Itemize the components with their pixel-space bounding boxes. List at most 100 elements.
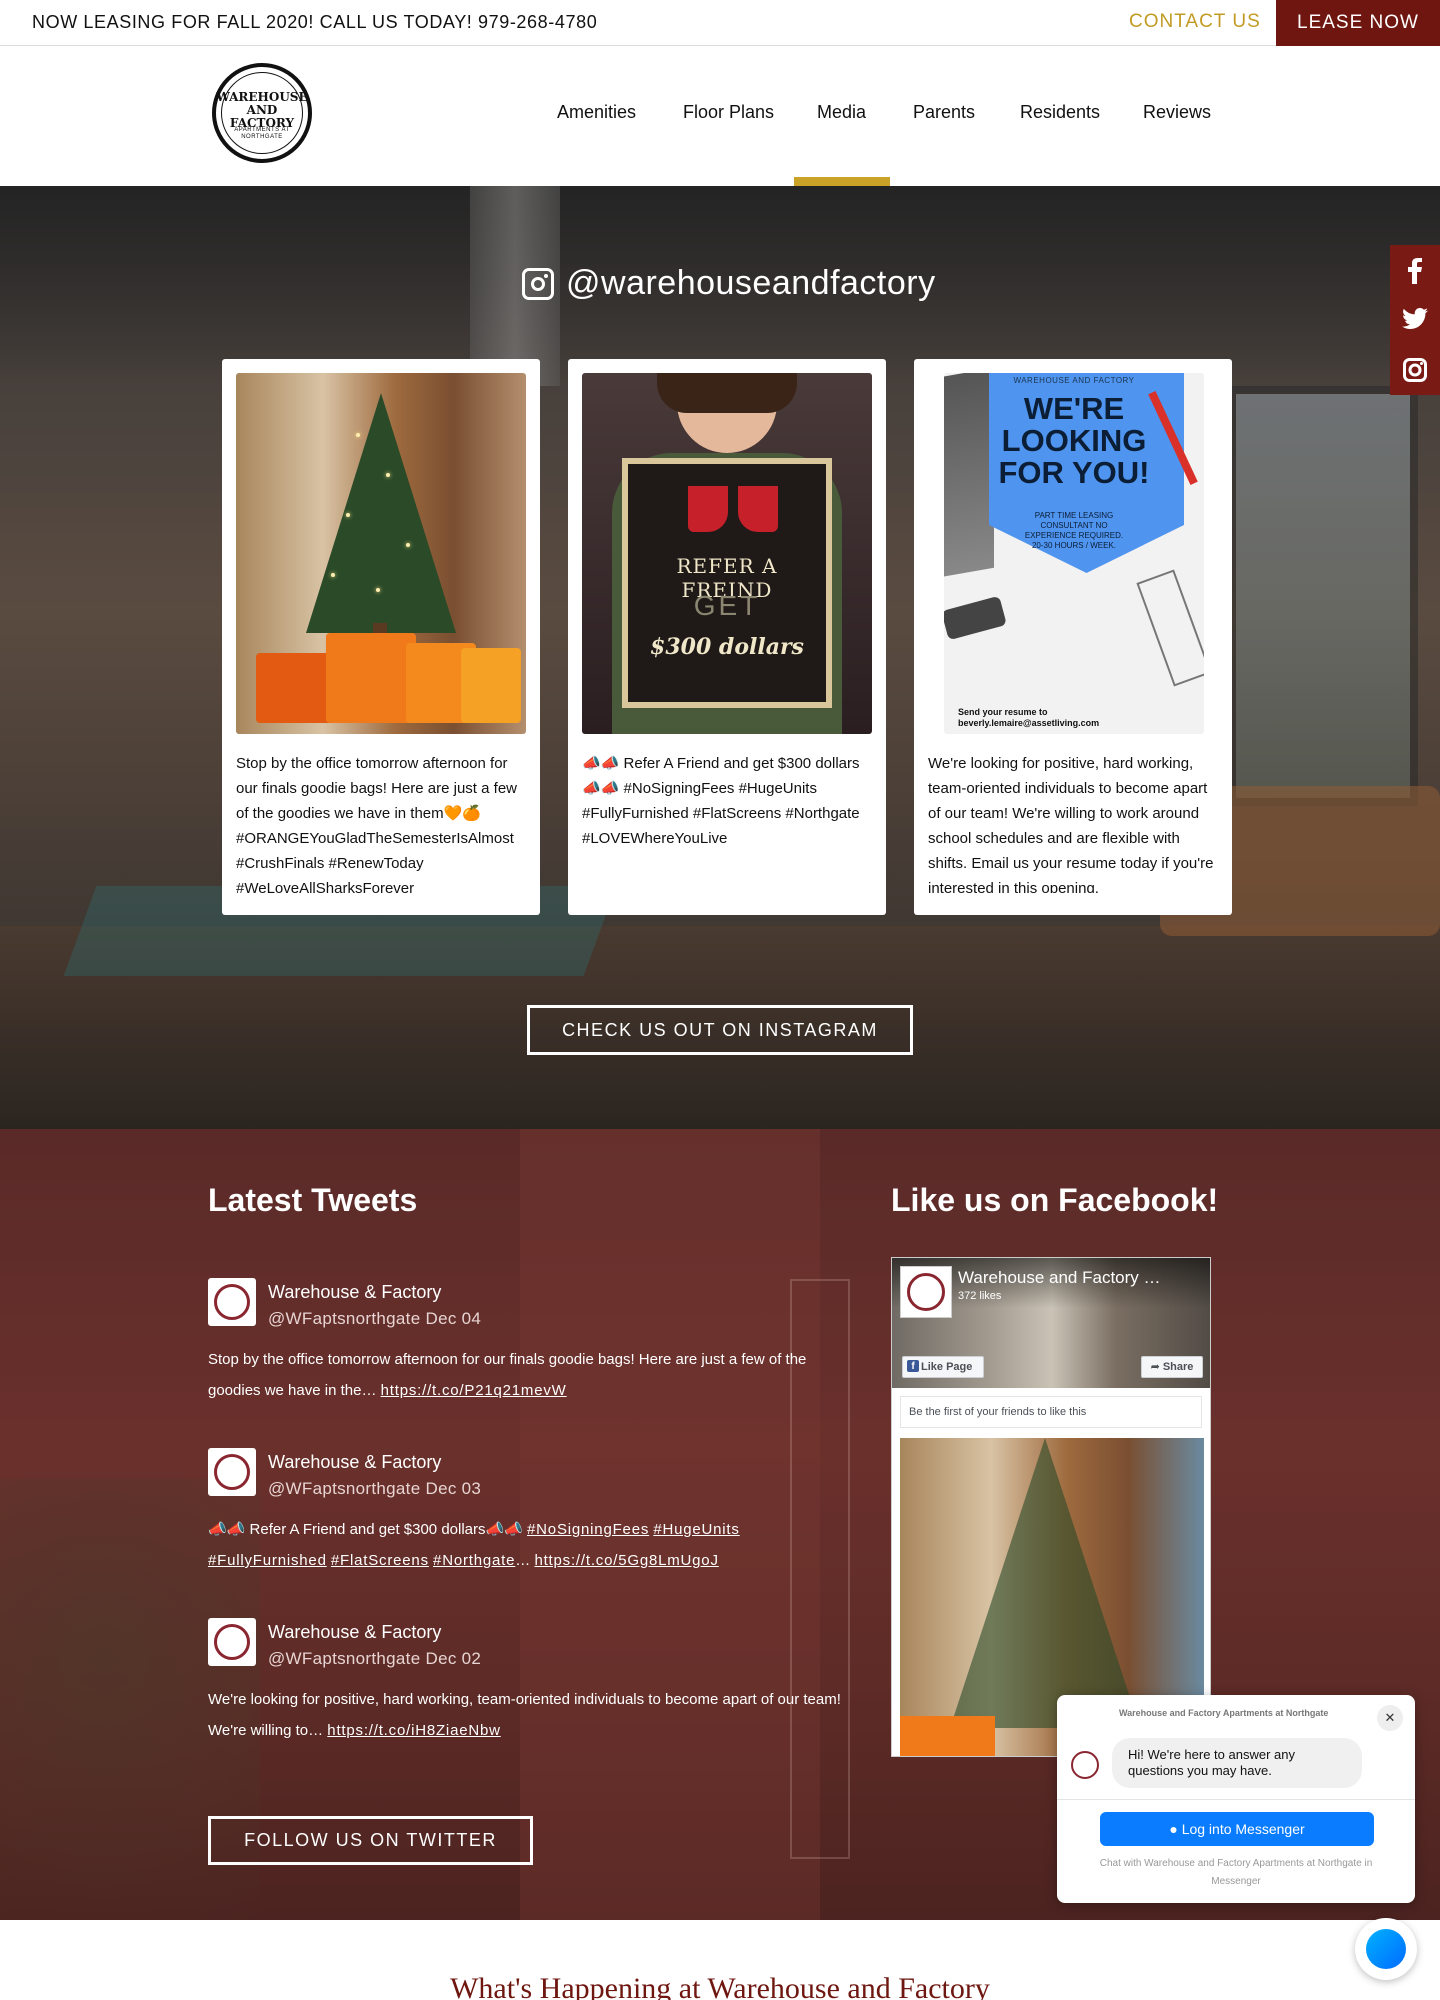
- tree-light: [406, 543, 410, 547]
- nav-item-residents[interactable]: Residents: [1020, 102, 1100, 123]
- tweet-link[interactable]: https://t.co/iH8ZiaeNbw: [327, 1722, 500, 1739]
- sign-line-3: $300 dollars: [650, 634, 804, 660]
- share-label: Share: [1162, 1361, 1194, 1373]
- twitter-avatar[interactable]: [208, 1448, 256, 1496]
- tweet-item: Warehouse & Factory @WFaptsnorthgate Dec…: [208, 1278, 848, 1428]
- twitter-avatar[interactable]: [208, 1618, 256, 1666]
- instagram-cta-button[interactable]: CHECK US OUT ON INSTAGRAM: [527, 1005, 913, 1055]
- hashtag-link[interactable]: #HugeUnits: [653, 1521, 739, 1538]
- active-nav-indicator: [794, 177, 890, 186]
- tree-light: [356, 433, 360, 437]
- instagram-post-image[interactable]: [236, 373, 526, 734]
- instagram-post-image[interactable]: WAREHOUSE AND FACTORY WE'RE LOOKING FOR …: [944, 373, 1204, 734]
- facebook-title: Like us on Facebook!: [891, 1182, 1219, 1218]
- instagram-post-card[interactable]: Stop by the office tomorrow afternoon fo…: [222, 359, 540, 915]
- tree-light: [376, 588, 380, 592]
- tweet-author-name[interactable]: Warehouse & Factory: [268, 1452, 441, 1473]
- phone-graphic: [944, 595, 1007, 641]
- twitter-icon[interactable]: [1390, 295, 1440, 345]
- facebook-profile-picture[interactable]: [900, 1266, 952, 1318]
- tree-light: [386, 473, 390, 477]
- tweet-date: Dec 03: [425, 1479, 482, 1498]
- logo-subtext: APARTMENTS AT NORTHGATE: [216, 127, 308, 141]
- nav-item-media[interactable]: Media: [817, 102, 866, 123]
- happening-heading: What's Happening at Warehouse and Factor…: [450, 1972, 990, 2000]
- facebook-like-button[interactable]: Like Page: [902, 1356, 984, 1378]
- candy-bags-graphic: [256, 623, 526, 723]
- flyer-detail: PART TIME LEASING CONSULTANT NO EXPERIEN…: [1024, 511, 1124, 550]
- instagram-post-card[interactable]: WAREHOUSE AND FACTORY WE'RE LOOKING FOR …: [914, 359, 1232, 915]
- tweets-title: Latest Tweets: [208, 1182, 418, 1218]
- tweet-text: Stop by the office tomorrow afternoon fo…: [208, 1344, 848, 1406]
- tweet-meta: @WFaptsnorthgate Dec 03: [268, 1479, 481, 1499]
- candy-bag: [461, 648, 521, 723]
- messenger-login-button[interactable]: ● Log into Messenger: [1100, 1812, 1374, 1846]
- messenger-launcher-button[interactable]: [1355, 1918, 1417, 1980]
- messenger-login-label: Log into Messenger: [1181, 1821, 1305, 1837]
- flyer-title: WE'RE LOOKING FOR YOU!: [998, 391, 1150, 490]
- facebook-icon[interactable]: [1390, 245, 1440, 295]
- hashtag-link[interactable]: #Northgate: [433, 1552, 515, 1569]
- nav-item-reviews[interactable]: Reviews: [1143, 102, 1211, 123]
- nav-item-parents[interactable]: Parents: [913, 102, 975, 123]
- messenger-icon: ●: [1169, 1821, 1178, 1837]
- top-bar: NOW LEASING FOR FALL 2020! CALL US TODAY…: [0, 0, 1440, 46]
- tree-light: [331, 573, 335, 577]
- logo-line-4: NORTHGATE: [241, 134, 283, 140]
- instagram-post-card[interactable]: REFER A FREIND GET $300 dollars 📣📣 Refer…: [568, 359, 886, 915]
- facebook-friends-note: Be the first of your friends to like thi…: [900, 1396, 1202, 1428]
- tweet-text: We're looking for positive, hard working…: [208, 1684, 848, 1746]
- tweet-meta: @WFaptsnorthgate Dec 04: [268, 1309, 481, 1329]
- tweet-handle[interactable]: @WFaptsnorthgate: [268, 1479, 420, 1498]
- messenger-footer: Chat with Warehouse and Factory Apartmen…: [1099, 1858, 1373, 1887]
- tweet-link[interactable]: https://t.co/P21q21mevW: [381, 1382, 567, 1399]
- tweet-author-name[interactable]: Warehouse & Factory: [268, 1282, 441, 1303]
- tweet-link[interactable]: https://t.co/5Gg8LmUgoJ: [534, 1552, 718, 1569]
- tweet-handle[interactable]: @WFaptsnorthgate: [268, 1309, 420, 1328]
- messenger-header: Warehouse and Factory Apartments at Nort…: [1119, 1708, 1329, 1718]
- lease-now-button[interactable]: LEASE NOW: [1276, 0, 1440, 46]
- facebook-page-name[interactable]: Warehouse and Factory …: [958, 1268, 1161, 1288]
- notebook-graphic: [1136, 569, 1204, 687]
- tweet-date: Dec 02: [425, 1649, 482, 1668]
- hashtag-link[interactable]: #FullyFurnished: [208, 1552, 327, 1569]
- instagram-post-caption: 📣📣 Refer A Friend and get $300 dollars📣📣…: [582, 755, 860, 847]
- logo-text: WAREHOUSE AND FACTORY: [216, 91, 308, 130]
- follow-twitter-button[interactable]: FOLLOW US ON TWITTER: [208, 1816, 533, 1865]
- tree-light: [346, 513, 350, 517]
- tweet-ellipsis: …: [515, 1552, 535, 1569]
- elf-shoe-graphic: [738, 486, 778, 532]
- tweet-item: Warehouse & Factory @WFaptsnorthgate Dec…: [208, 1448, 848, 1598]
- leasing-promo-text: NOW LEASING FOR FALL 2020! CALL US TODAY…: [32, 12, 598, 32]
- tweet-handle[interactable]: @WFaptsnorthgate: [268, 1649, 420, 1668]
- flyer-contact: Send your resume to beverly.lemaire@asse…: [958, 707, 1100, 728]
- flyer-brand: WAREHOUSE AND FACTORY: [1013, 376, 1135, 385]
- nav-item-floor-plans[interactable]: Floor Plans: [683, 102, 774, 123]
- facebook-share-button[interactable]: ➦ Share: [1141, 1356, 1203, 1378]
- window-background: [1228, 386, 1418, 806]
- hashtag-link[interactable]: #NoSigningFees: [527, 1521, 649, 1538]
- social-rail: [1390, 245, 1440, 395]
- tweet-text: 📣📣 Refer A Friend and get $300 dollars📣📣…: [208, 1514, 848, 1576]
- close-icon[interactable]: ✕: [1377, 1705, 1403, 1731]
- contact-us-link[interactable]: CONTACT US: [1129, 11, 1261, 33]
- tweet-author-name[interactable]: Warehouse & Factory: [268, 1622, 441, 1643]
- site-logo[interactable]: WAREHOUSE AND FACTORY APARTMENTS AT NORT…: [212, 63, 312, 163]
- twitter-avatar[interactable]: [208, 1278, 256, 1326]
- messenger-divider: [1057, 1799, 1415, 1800]
- nav-item-amenities[interactable]: Amenities: [557, 102, 636, 123]
- tweet-meta: @WFaptsnorthgate Dec 02: [268, 1649, 481, 1669]
- hashtag-link[interactable]: #FlatScreens: [331, 1552, 429, 1569]
- facebook-like-count: 372 likes: [958, 1290, 1002, 1302]
- instagram-handle[interactable]: @warehouseandfactory: [522, 264, 936, 303]
- person-hair-graphic: [657, 373, 797, 413]
- instagram-post-image[interactable]: REFER A FREIND GET $300 dollars: [582, 373, 872, 734]
- instagram-section: @warehouseandfactory Stop by the office …: [0, 186, 1440, 1129]
- elf-shoe-graphic: [688, 486, 728, 532]
- messenger-icon: [1366, 1929, 1406, 1969]
- tweet-body: 📣📣 Refer A Friend and get $300 dollars📣📣: [208, 1521, 528, 1538]
- christmas-tree-graphic: [306, 393, 456, 633]
- candy-bag: [326, 633, 416, 723]
- instagram-icon[interactable]: [1390, 345, 1440, 395]
- christmas-tree-graphic: [950, 1438, 1140, 1728]
